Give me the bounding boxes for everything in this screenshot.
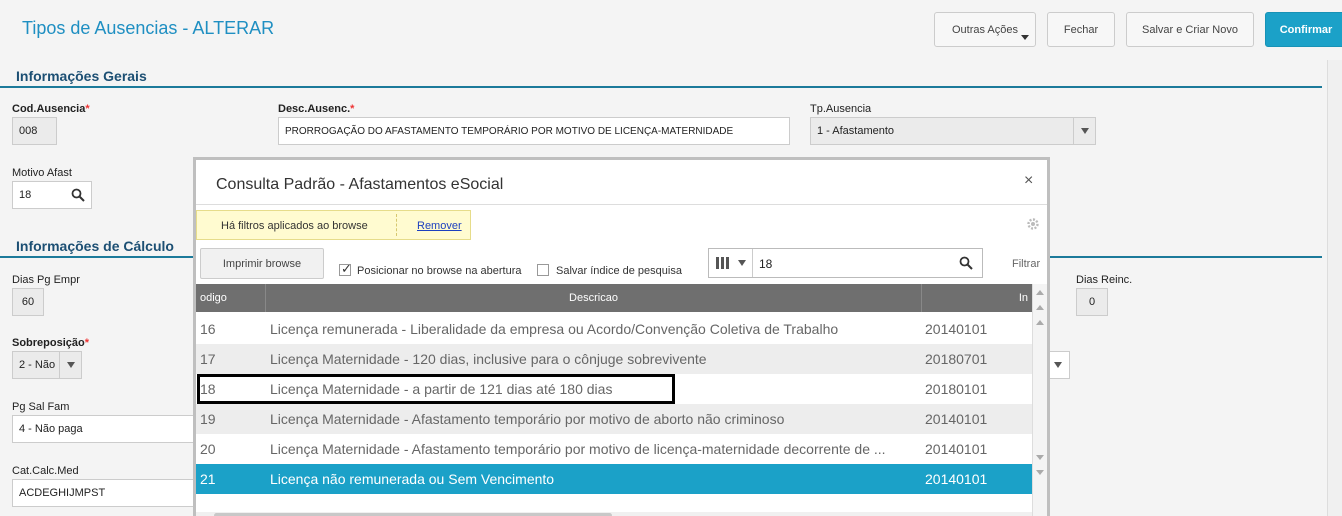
scroll-page-up-icon[interactable] (1036, 305, 1044, 310)
row-date: 20180701 (925, 351, 988, 367)
table-row[interactable]: 20 Licença Maternidade - Afastamento tem… (196, 434, 1032, 464)
outras-acoes-label: Outras Ações (951, 23, 1019, 36)
row-desc: Licença remunerada - Liberalidade da emp… (270, 321, 839, 337)
desc-ausenc-input[interactable]: PRORROGAÇÃO DO AFASTAMENTO TEMPORÁRIO PO… (278, 117, 790, 145)
dropdown-arrow-icon[interactable] (1047, 352, 1069, 378)
confirmar-button[interactable]: Confirmar (1265, 12, 1342, 47)
page-header: Tipos de Ausencias - ALTERAR Outras Açõe… (0, 0, 1342, 60)
page-title: Tipos de Ausencias - ALTERAR (22, 18, 275, 38)
grid-header: odigo Descricao In (196, 284, 1032, 312)
posicionar-checkbox[interactable]: ✓ (339, 261, 352, 276)
scroll-up-icon[interactable] (1036, 320, 1044, 325)
dias-pg-empr-input[interactable]: 60 (12, 288, 44, 316)
table-row[interactable]: 17 Licença Maternidade - 120 dias, inclu… (196, 344, 1032, 374)
row-desc: Licença Maternidade - a partir de 121 di… (270, 381, 613, 397)
row-desc: Licença Maternidade - 120 dias, inclusiv… (270, 351, 707, 367)
dias-reinc-label: Dias Reinc. (1076, 274, 1133, 286)
cod-ausencia-input[interactable]: 008 (12, 117, 57, 145)
salvar-indice-checkbox[interactable] (537, 264, 549, 276)
row-code: 17 (200, 351, 216, 367)
row-desc: Licença não remunerada ou Sem Vencimento (270, 471, 555, 487)
pg-sal-fam-label: Pg Sal Fam (12, 401, 70, 413)
dropdown-arrow-icon[interactable] (1073, 118, 1095, 144)
tp-ausencia-label: Tp.Ausencia (810, 103, 872, 115)
row-date: 20140101 (925, 441, 988, 457)
column-header-descricao[interactable]: Descricao (266, 284, 922, 312)
section-title-gerais: Informações Gerais (16, 68, 147, 84)
row-date: 20180101 (925, 381, 988, 397)
search-input[interactable]: 18 (759, 257, 772, 271)
sobreposicao-select[interactable]: 2 - Não (12, 351, 82, 379)
chevron-down-icon (738, 260, 746, 266)
row-date: 20140101 (925, 321, 988, 337)
cod-ausencia-label: Cod.Ausencia* (12, 103, 90, 115)
gear-icon[interactable] (1026, 217, 1040, 231)
tp-ausencia-value: 1 - Afastamento (817, 125, 895, 137)
dialog-title: Consulta Padrão - Afastamentos eSocial (216, 176, 504, 193)
check-icon: ✓ (341, 261, 352, 276)
row-code: 18 (200, 381, 216, 397)
fechar-button[interactable]: Fechar (1047, 12, 1115, 47)
dias-reinc-input[interactable]: 0 (1076, 288, 1108, 316)
row-code: 20 (200, 441, 216, 457)
pg-sal-fam-select[interactable]: 4 - Não paga (12, 415, 197, 443)
scroll-down-icon[interactable] (1036, 455, 1044, 460)
notice-text: Há filtros aplicados ao browse (221, 220, 368, 232)
columns-icon (716, 257, 729, 269)
caret-down-icon (1021, 35, 1029, 40)
row-code: 16 (200, 321, 216, 337)
table-row[interactable]: 19 Licença Maternidade - Afastamento tem… (196, 404, 1032, 434)
scroll-page-down-icon[interactable] (1036, 470, 1044, 475)
close-icon[interactable]: × (1024, 172, 1033, 190)
row-desc: Licença Maternidade - Afastamento tempor… (270, 441, 886, 457)
cat-calc-med-label: Cat.Calc.Med (12, 465, 79, 477)
hidden-select-arrow[interactable] (1048, 351, 1070, 379)
notice-separator (396, 214, 397, 236)
table-row[interactable]: 18 Licença Maternidade - a partir de 121… (196, 374, 1032, 404)
motivo-afast-value: 18 (19, 189, 32, 201)
salvar-indice-label: Salvar índice de pesquisa (556, 265, 682, 277)
table-row[interactable]: 16 Licença remunerada - Liberalidade da … (196, 314, 1032, 344)
remover-link[interactable]: Remover (417, 220, 462, 232)
consulta-padrao-dialog: Consulta Padrão - Afastamentos eSocial ×… (193, 157, 1050, 516)
dropdown-arrow-icon[interactable] (59, 352, 81, 378)
tp-ausencia-select[interactable]: 1 - Afastamento (810, 117, 1096, 145)
filter-notice: Há filtros aplicados ao browse Remover (196, 210, 471, 240)
cat-calc-med-input[interactable]: ACDEGHIJMPST (12, 479, 197, 507)
search-icon[interactable] (71, 188, 85, 202)
row-code: 19 (200, 411, 216, 427)
grid-scrollbar[interactable] (1032, 284, 1047, 516)
search-icon[interactable] (959, 256, 973, 270)
table-row-selected[interactable]: 21 Licença não remunerada ou Sem Vencime… (196, 464, 1032, 494)
motivo-afast-label: Motivo Afast (12, 167, 72, 179)
row-date: 20140101 (925, 471, 988, 487)
columns-selector[interactable] (709, 249, 753, 277)
column-header-codigo[interactable]: odigo (196, 284, 266, 312)
posicionar-label: Posicionar no browse na abertura (357, 265, 522, 277)
section-divider (0, 86, 1322, 88)
desc-ausenc-label: Desc.Ausenc.* (278, 103, 355, 115)
filtrar-link[interactable]: Filtrar (1012, 258, 1040, 270)
section-title-calculo: Informações de Cálculo (16, 238, 174, 254)
sobreposicao-label: Sobreposição* (12, 337, 90, 349)
dias-pg-empr-label: Dias Pg Empr (12, 274, 80, 286)
outras-acoes-button[interactable]: Outras Ações (934, 12, 1036, 47)
imprimir-browse-button[interactable]: Imprimir browse (200, 248, 324, 279)
row-code: 21 (200, 471, 216, 487)
sobreposicao-value: 2 - Não (19, 359, 56, 371)
browse-search[interactable]: 18 (708, 248, 983, 278)
dialog-divider (196, 204, 1047, 205)
row-date: 20140101 (925, 411, 988, 427)
page-scrollbar[interactable] (1327, 60, 1342, 516)
column-header-inicio[interactable]: In (922, 284, 1032, 312)
grid-hscrollbar[interactable] (196, 512, 1032, 516)
row-desc: Licença Maternidade - Afastamento tempor… (270, 411, 785, 427)
scroll-top-icon[interactable] (1036, 290, 1044, 295)
salvar-criar-novo-button[interactable]: Salvar e Criar Novo (1126, 12, 1254, 47)
motivo-afast-input[interactable]: 18 (12, 181, 92, 209)
